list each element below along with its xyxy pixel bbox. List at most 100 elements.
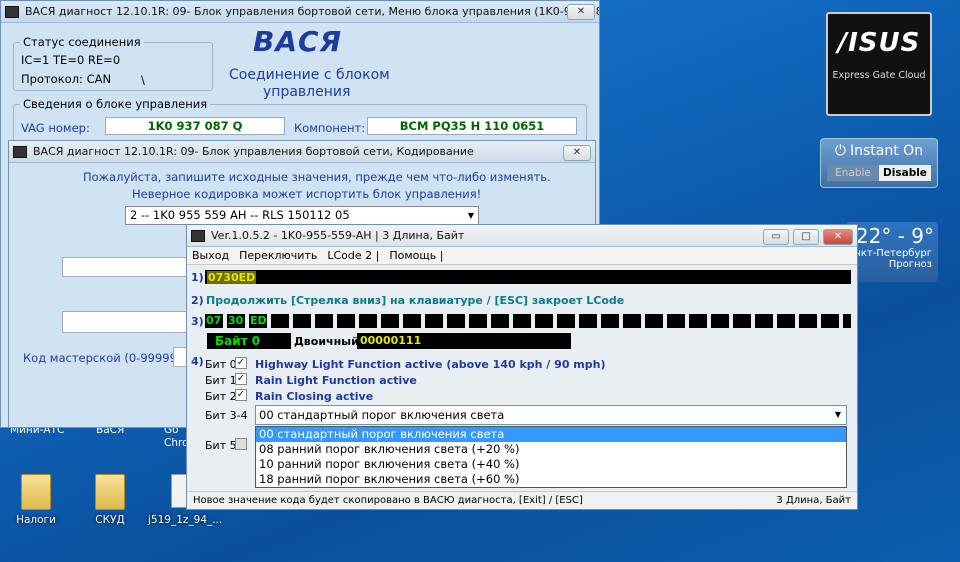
bit0-checkbox[interactable]: ✓	[235, 357, 247, 369]
instant-on-gadget: ⏻ Instant On Enable Disable	[820, 138, 938, 188]
desktop-icon-chrome-label[interactable]: Chro	[164, 437, 189, 449]
byte-cell-empty[interactable]	[447, 314, 467, 328]
dropdown-option[interactable]: 18 ранний порог включения света (+60 %)	[256, 472, 846, 487]
row2-instruction: Продолжить [Стрелка вниз] на клавиатуре …	[206, 294, 625, 307]
vag-number-label: VAG номер:	[21, 121, 90, 135]
byte-cell-empty[interactable]	[513, 314, 533, 328]
byte-cell-empty[interactable]	[799, 314, 819, 328]
byte-cell-empty[interactable]	[623, 314, 643, 328]
byte-cell-empty[interactable]	[491, 314, 511, 328]
byte-cell-empty[interactable]	[733, 314, 753, 328]
coding-select[interactable]: 2 -- 1K0 955 559 AH -- RLS 150112 05 ▼	[125, 206, 479, 225]
menu-exit[interactable]: Выход	[187, 249, 234, 262]
byte-label: Байт 0	[207, 333, 291, 349]
binary-label: Двоичный:	[294, 335, 364, 348]
weather-forecast-link[interactable]: Прогноз	[846, 259, 938, 270]
byte-cell-empty[interactable]	[755, 314, 775, 328]
menu-switch[interactable]: Переключить	[234, 249, 322, 262]
status-left: Новое значение кода будет скопировано в …	[193, 495, 583, 506]
coding-field-2[interactable]	[62, 311, 192, 333]
chevron-down-icon: ▼	[467, 211, 474, 220]
byte-cell-empty[interactable]	[381, 314, 401, 328]
close-button[interactable]: ✕	[567, 4, 595, 20]
coding-field-1[interactable]	[62, 257, 192, 277]
byte-cell[interactable]: 07	[205, 314, 225, 328]
byte-cell-empty[interactable]	[535, 314, 555, 328]
desktop-icon-skud[interactable]: СКУД	[80, 474, 140, 526]
row4-number: 4)	[191, 355, 204, 368]
lcode-window: Ver.1.0.5.2 - 1K0-955-559-AH | 3 Длина, …	[186, 224, 858, 510]
coding-select-value: 2 -- 1K0 955 559 AH -- RLS 150112 05	[130, 208, 350, 222]
byte-cell-empty[interactable]	[667, 314, 687, 328]
bit5-checkbox[interactable]	[235, 438, 247, 450]
bit2-description: Rain Closing active	[255, 390, 374, 403]
dropdown-option[interactable]: 00 стандартный порог включения света	[256, 427, 846, 442]
folder-icon	[21, 474, 51, 510]
bit1-label: Бит 1	[205, 374, 237, 387]
byte-cell-empty[interactable]	[579, 314, 599, 328]
bit2-checkbox[interactable]: ✓	[235, 389, 247, 401]
close-button[interactable]: ✕	[563, 145, 591, 161]
byte-cell-empty[interactable]	[403, 314, 423, 328]
close-button[interactable]: ✕	[823, 229, 853, 245]
asus-express-gate-gadget[interactable]: /ISUS Express Gate Cloud	[826, 12, 932, 116]
byte-cell-empty[interactable]	[777, 314, 797, 328]
subtitle-line1: Соединение с блоком	[229, 67, 390, 83]
bit34-selected-value: 00 стандартный порог включения света	[259, 408, 505, 422]
disable-button[interactable]: Disable	[879, 165, 931, 181]
title-bar: ВАСЯ диагност 12.10.1R: 09- Блок управле…	[1, 1, 599, 23]
desktop-icon-label: СКУД	[95, 514, 125, 526]
dropdown-option[interactable]: 08 ранний порог включения света (+20 %)	[256, 442, 846, 457]
bit5-label: Бит 5	[205, 439, 237, 452]
bit1-checkbox[interactable]: ✓	[235, 373, 247, 385]
long-coding-field[interactable]	[205, 270, 851, 284]
menu-help[interactable]: Помощь |	[384, 249, 448, 262]
window-title: ВАСЯ диагност 12.10.1R: 09- Блок управле…	[33, 145, 474, 158]
app-icon	[191, 229, 205, 242]
byte-cell-empty[interactable]	[337, 314, 357, 328]
desktop-icon-nalogi[interactable]: Налоги	[6, 474, 66, 526]
status-right: 3 Длина, Байт	[776, 495, 851, 506]
menu-bar: Выход Переключить LCode 2 | Помощь |	[187, 247, 857, 265]
window-title: Ver.1.0.5.2 - 1K0-955-559-AH | 3 Длина, …	[211, 229, 465, 242]
byte-cell-empty[interactable]	[293, 314, 313, 328]
byte-cell[interactable]: 30	[227, 314, 247, 328]
warning-line2: Неверное кодировка может испортить блок …	[132, 187, 482, 201]
connection-spinner: \	[141, 73, 145, 87]
byte-cell-empty[interactable]	[557, 314, 577, 328]
menu-lcode2[interactable]: LCode 2 |	[322, 249, 384, 262]
window-title: ВАСЯ диагност 12.10.1R: 09- Блок управле…	[25, 5, 599, 18]
long-coding-value: 0730ED	[207, 271, 257, 284]
connection-counters: IC=1 TE=0 RE=0	[21, 53, 121, 67]
title-bar: Ver.1.0.5.2 - 1K0-955-559-AH | 3 Длина, …	[187, 225, 857, 247]
weather-gadget[interactable]: 22° - 9° нкт-Петербург Прогноз	[846, 222, 938, 282]
byte-cell-empty[interactable]	[711, 314, 731, 328]
byte-cell-empty[interactable]	[359, 314, 379, 328]
byte-cell-empty[interactable]	[843, 314, 853, 328]
byte-cell-empty[interactable]	[271, 314, 291, 328]
controller-info-legend: Сведения о блоке управления	[23, 97, 208, 111]
minimize-button[interactable]: ▭	[763, 229, 789, 245]
folder-icon	[95, 474, 125, 510]
asus-logo: /ISUS	[837, 28, 921, 58]
byte-cell-empty[interactable]	[315, 314, 335, 328]
app-icon	[13, 145, 27, 158]
byte-cell-empty[interactable]	[645, 314, 665, 328]
byte-cell-empty[interactable]	[689, 314, 709, 328]
vag-number-field: 1K0 937 087 Q	[105, 117, 285, 135]
dropdown-option[interactable]: 10 ранний порог включения света (+40 %)	[256, 457, 846, 472]
workshop-code-label: Код мастерской (0-99999):	[23, 351, 186, 365]
byte-cell[interactable]: ED	[249, 314, 269, 328]
enable-button[interactable]: Enable	[827, 165, 879, 181]
byte-cell-empty[interactable]	[821, 314, 841, 328]
byte-cell-empty[interactable]	[469, 314, 489, 328]
byte-cell-empty[interactable]	[425, 314, 445, 328]
bit34-select[interactable]: 00 стандартный порог включения света ▼	[255, 405, 847, 425]
desktop-icon-label: j519_1z_94_...	[148, 514, 223, 526]
row2-number: 2)	[191, 294, 204, 307]
maximize-button[interactable]: □	[793, 229, 819, 245]
chevron-down-icon: ▼	[834, 410, 841, 419]
byte-cell-empty[interactable]	[601, 314, 621, 328]
bit34-dropdown-list: 00 стандартный порог включения света 08 …	[255, 426, 847, 488]
row1-number: 1)	[191, 271, 204, 284]
